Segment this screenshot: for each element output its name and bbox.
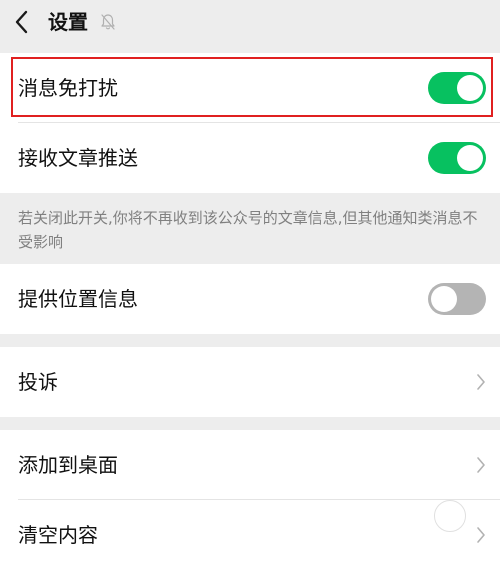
receive-articles-label: 接收文章推送 <box>18 146 138 170</box>
row-clear-content[interactable]: 清空内容 <box>0 500 500 570</box>
row-complaint[interactable]: 投诉 <box>0 347 500 417</box>
share-location-label: 提供位置信息 <box>18 287 138 311</box>
complaint-label: 投诉 <box>18 370 58 394</box>
chevron-right-icon <box>477 527 485 543</box>
bell-muted-icon <box>101 14 115 30</box>
row-receive-articles: 接收文章推送 <box>0 123 500 193</box>
toggle-knob <box>457 145 483 171</box>
notice-section: 若关闭此开关,你将不再收到该公众号的文章信息,但其他通知类消息不受影响 <box>0 196 500 264</box>
toggle-knob <box>457 75 483 101</box>
chevron-right-icon <box>477 374 485 390</box>
add-to-desktop-label: 添加到桌面 <box>18 453 118 477</box>
receive-articles-toggle[interactable] <box>428 142 486 174</box>
back-chevron-icon[interactable] <box>12 9 32 35</box>
chevron-right-icon <box>477 457 485 473</box>
row-add-to-desktop[interactable]: 添加到桌面 <box>0 430 500 500</box>
row-share-location: 提供位置信息 <box>0 264 500 334</box>
floating-ball-icon[interactable] <box>434 500 466 532</box>
row-mute-notifications: 消息免打扰 <box>0 53 500 123</box>
notice-text: 若关闭此开关,你将不再收到该公众号的文章信息,但其他通知类消息不受影响 <box>18 209 478 251</box>
page-title: 设置 <box>48 10 88 34</box>
mute-notifications-label: 消息免打扰 <box>18 76 118 100</box>
clear-content-label: 清空内容 <box>18 523 98 547</box>
toggle-knob <box>431 286 457 312</box>
header-bar: 设置 <box>0 0 500 46</box>
mute-notifications-toggle[interactable] <box>428 72 486 104</box>
share-location-toggle[interactable] <box>428 283 486 315</box>
